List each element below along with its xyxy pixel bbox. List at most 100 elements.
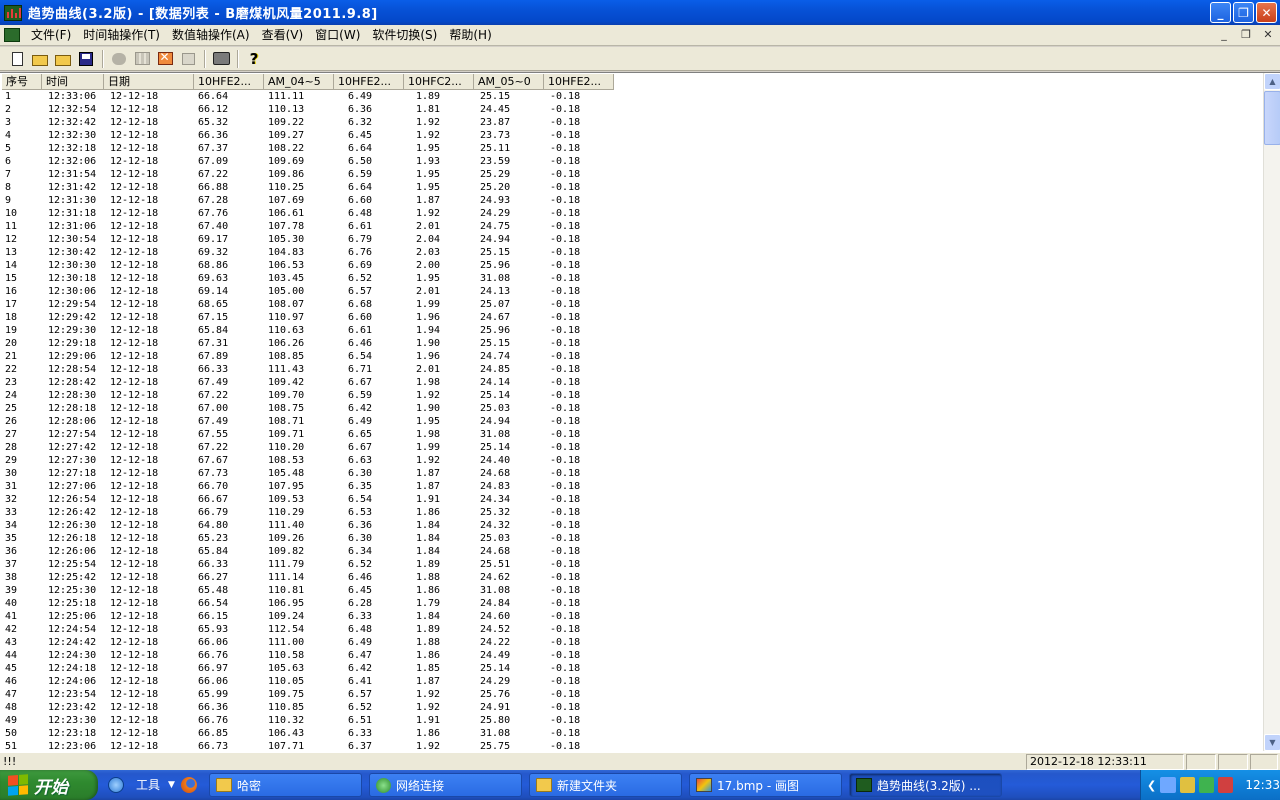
table-row[interactable]: 20 12:29:18 12-12-18 67.31 106.26 6.46 1.90 25.… xyxy=(2,337,1262,350)
table-row[interactable]: 48 12:23:42 12-12-18 66.36 110.85 6.52 1.92 24.… xyxy=(2,701,1262,714)
table-row[interactable]: 42 12:24:54 12-12-18 65.93 112.54 6.48 1.89 24.… xyxy=(2,623,1262,636)
table-row[interactable]: 30 12:27:18 12-12-18 67.73 105.48 6.30 1.87 24.… xyxy=(2,467,1262,480)
table-row[interactable]: 41 12:25:06 12-12-18 66.15 109.24 6.33 1.84 24.… xyxy=(2,610,1262,623)
table-row[interactable]: 16 12:30:06 12-12-18 69.14 105.00 6.57 2.01 24.… xyxy=(2,285,1262,298)
table-row[interactable]: 9 12:31:30 12-12-18 67.28 107.69 6.60 1.87 24.9… xyxy=(2,194,1262,207)
table-row[interactable]: 19 12:29:30 12-12-18 65.84 110.63 6.61 1.94 25.… xyxy=(2,324,1262,337)
tools-dropdown-icon[interactable]: ▼ xyxy=(168,780,175,790)
ie-icon[interactable] xyxy=(108,776,124,793)
table-row[interactable]: 34 12:26:30 12-12-18 64.80 111.40 6.36 1.84 24.… xyxy=(2,519,1262,532)
menu-software-switch[interactable]: 软件切换(S) xyxy=(366,26,443,45)
column-header[interactable]: 10HFC2... xyxy=(404,74,474,90)
table-row[interactable]: 12 12:30:54 12-12-18 69.17 105.30 6.79 2.04 24.… xyxy=(2,233,1262,246)
image-button[interactable] xyxy=(154,49,176,69)
task-new-folder[interactable]: 新建文件夹 xyxy=(529,773,682,797)
table-row[interactable]: 31 12:27:06 12-12-18 66.70 107.95 6.35 1.87 24.… xyxy=(2,480,1262,493)
task-trend[interactable]: 趋势曲线(3.2版) ... xyxy=(849,773,1002,797)
table-row[interactable]: 18 12:29:42 12-12-18 67.15 110.97 6.60 1.96 24.… xyxy=(2,311,1262,324)
table-row[interactable]: 8 12:31:42 12-12-18 66.88 110.25 6.64 1.95 25.2… xyxy=(2,181,1262,194)
table-row[interactable]: 38 12:25:42 12-12-18 66.27 111.14 6.46 1.88 24.… xyxy=(2,571,1262,584)
column-header[interactable]: 10HFE2... xyxy=(334,74,404,90)
tray-expand-icon[interactable]: ❮ xyxy=(1147,779,1156,792)
window-button[interactable] xyxy=(177,49,199,69)
menu-time-axis[interactable]: 时间轴操作(T) xyxy=(77,26,166,45)
mdi-restore-button[interactable]: ❐ xyxy=(1238,27,1254,43)
table-row[interactable]: 32 12:26:54 12-12-18 66.67 109.53 6.54 1.91 24.… xyxy=(2,493,1262,506)
security-tray-icon[interactable] xyxy=(1179,777,1195,793)
table-row[interactable]: 50 12:23:18 12-12-18 66.85 106.43 6.33 1.86 31.… xyxy=(2,727,1262,740)
network-tray-icon[interactable] xyxy=(1160,777,1176,793)
scroll-up-button[interactable]: ▲ xyxy=(1264,73,1280,90)
firefox-icon[interactable] xyxy=(180,776,197,793)
table-row[interactable]: 40 12:25:18 12-12-18 66.54 106.95 6.28 1.79 24.… xyxy=(2,597,1262,610)
menu-window[interactable]: 窗口(W) xyxy=(309,26,366,45)
table-row[interactable]: 45 12:24:18 12-12-18 66.97 105.63 6.42 1.85 25.… xyxy=(2,662,1262,675)
column-header[interactable]: 序号 xyxy=(2,74,42,90)
vertical-scrollbar[interactable]: ▲ ▼ xyxy=(1263,73,1280,751)
table-row[interactable]: 23 12:28:42 12-12-18 67.49 109.42 6.67 1.98 24.… xyxy=(2,376,1262,389)
print-button[interactable] xyxy=(210,49,232,69)
new-file-button[interactable] xyxy=(6,49,28,69)
clock[interactable]: 12:33 xyxy=(1245,778,1280,792)
table-row[interactable]: 13 12:30:42 12-12-18 69.32 104.83 6.76 2.03 25.… xyxy=(2,246,1262,259)
document-icon[interactable] xyxy=(4,28,20,42)
table-row[interactable]: 4 12:32:30 12-12-18 66.36 109.27 6.45 1.92 23.7… xyxy=(2,129,1262,142)
column-header[interactable]: 10HFE2... xyxy=(194,74,264,90)
table-row[interactable]: 37 12:25:54 12-12-18 66.33 111.79 6.52 1.89 25.… xyxy=(2,558,1262,571)
column-header[interactable]: 时间 xyxy=(42,74,104,90)
table-row[interactable]: 33 12:26:42 12-12-18 66.79 110.29 6.53 1.86 25.… xyxy=(2,506,1262,519)
app-tray-icon[interactable] xyxy=(1218,777,1234,793)
scroll-down-button[interactable]: ▼ xyxy=(1264,734,1280,751)
task-network[interactable]: 网络连接 xyxy=(369,773,522,797)
table-row[interactable]: 10 12:31:18 12-12-18 67.76 106.61 6.48 1.92 24.… xyxy=(2,207,1262,220)
close-button[interactable]: ✕ xyxy=(1256,2,1277,23)
table-row[interactable]: 47 12:23:54 12-12-18 65.99 109.75 6.57 1.92 25.… xyxy=(2,688,1262,701)
menu-view[interactable]: 查看(V) xyxy=(256,26,310,45)
open-button[interactable] xyxy=(29,49,51,69)
menu-help[interactable]: 帮助(H) xyxy=(443,26,497,45)
grid-button[interactable] xyxy=(131,49,153,69)
column-header[interactable]: 10HFE2... xyxy=(544,74,614,90)
table-row[interactable]: 25 12:28:18 12-12-18 67.00 108.75 6.42 1.90 25.… xyxy=(2,402,1262,415)
table-row[interactable]: 36 12:26:06 12-12-18 65.84 109.82 6.34 1.84 24.… xyxy=(2,545,1262,558)
table-row[interactable]: 29 12:27:30 12-12-18 67.67 108.53 6.63 1.92 24.… xyxy=(2,454,1262,467)
table-row[interactable]: 11 12:31:06 12-12-18 67.40 107.78 6.61 2.01 24.… xyxy=(2,220,1262,233)
task-paint[interactable]: 17.bmp - 画图 xyxy=(689,773,842,797)
table-row[interactable]: 51 12:23:06 12-12-18 66.73 107.71 6.37 1.92 25.… xyxy=(2,740,1262,750)
menu-value-axis[interactable]: 数值轴操作(A) xyxy=(166,26,256,45)
maximize-button[interactable]: ❐ xyxy=(1233,2,1254,23)
column-header[interactable]: AM_05~0 xyxy=(474,74,544,90)
minimize-button[interactable]: _ xyxy=(1210,2,1231,23)
table-row[interactable]: 1 12:33:06 12-12-18 66.64 111.11 6.49 1.89 25.1… xyxy=(2,90,1262,103)
open-alt-button[interactable] xyxy=(52,49,74,69)
table-row[interactable]: 14 12:30:30 12-12-18 68.86 106.53 6.69 2.00 25.… xyxy=(2,259,1262,272)
table-row[interactable]: 43 12:24:42 12-12-18 66.06 111.00 6.49 1.88 24.… xyxy=(2,636,1262,649)
tools-label[interactable]: 工具 xyxy=(136,776,160,793)
table-row[interactable]: 39 12:25:30 12-12-18 65.48 110.81 6.45 1.86 31.… xyxy=(2,584,1262,597)
table-row[interactable]: 21 12:29:06 12-12-18 67.89 108.85 6.54 1.96 24.… xyxy=(2,350,1262,363)
mdi-minimize-button[interactable]: _ xyxy=(1216,27,1232,43)
column-header[interactable]: 日期 xyxy=(104,74,194,90)
table-row[interactable]: 35 12:26:18 12-12-18 65.23 109.26 6.30 1.84 25.… xyxy=(2,532,1262,545)
table-row[interactable]: 5 12:32:18 12-12-18 67.37 108.22 6.64 1.95 25.1… xyxy=(2,142,1262,155)
table-row[interactable]: 24 12:28:30 12-12-18 67.22 109.70 6.59 1.92 25.… xyxy=(2,389,1262,402)
table-row[interactable]: 46 12:24:06 12-12-18 66.06 110.05 6.41 1.87 24.… xyxy=(2,675,1262,688)
table-row[interactable]: 49 12:23:30 12-12-18 66.76 110.32 6.51 1.91 25.… xyxy=(2,714,1262,727)
table-row[interactable]: 27 12:27:54 12-12-18 67.55 109.71 6.65 1.98 31.… xyxy=(2,428,1262,441)
save-button[interactable] xyxy=(75,49,97,69)
task-hami[interactable]: 哈密 xyxy=(209,773,362,797)
table-row[interactable]: 3 12:32:42 12-12-18 65.32 109.22 6.32 1.92 23.8… xyxy=(2,116,1262,129)
table-row[interactable]: 44 12:24:30 12-12-18 66.76 110.58 6.47 1.86 24.… xyxy=(2,649,1262,662)
mdi-close-button[interactable]: ✕ xyxy=(1260,27,1276,43)
column-header[interactable]: AM_04~5 xyxy=(264,74,334,90)
scroll-thumb[interactable] xyxy=(1264,91,1280,145)
table-row[interactable]: 22 12:28:54 12-12-18 66.33 111.43 6.71 2.01 24.… xyxy=(2,363,1262,376)
table-row[interactable]: 17 12:29:54 12-12-18 68.65 108.07 6.68 1.99 25.… xyxy=(2,298,1262,311)
table-row[interactable]: 28 12:27:42 12-12-18 67.22 110.20 6.67 1.99 25.… xyxy=(2,441,1262,454)
table-row[interactable]: 6 12:32:06 12-12-18 67.09 109.69 6.50 1.93 23.5… xyxy=(2,155,1262,168)
table-row[interactable]: 7 12:31:54 12-12-18 67.22 109.86 6.59 1.95 25.2… xyxy=(2,168,1262,181)
menu-file[interactable]: 文件(F) xyxy=(25,26,77,45)
table-row[interactable]: 26 12:28:06 12-12-18 67.49 108.71 6.49 1.95 24.… xyxy=(2,415,1262,428)
start-button[interactable]: 开始 xyxy=(0,770,98,800)
table-row[interactable]: 15 12:30:18 12-12-18 69.63 103.45 6.52 1.95 31.… xyxy=(2,272,1262,285)
